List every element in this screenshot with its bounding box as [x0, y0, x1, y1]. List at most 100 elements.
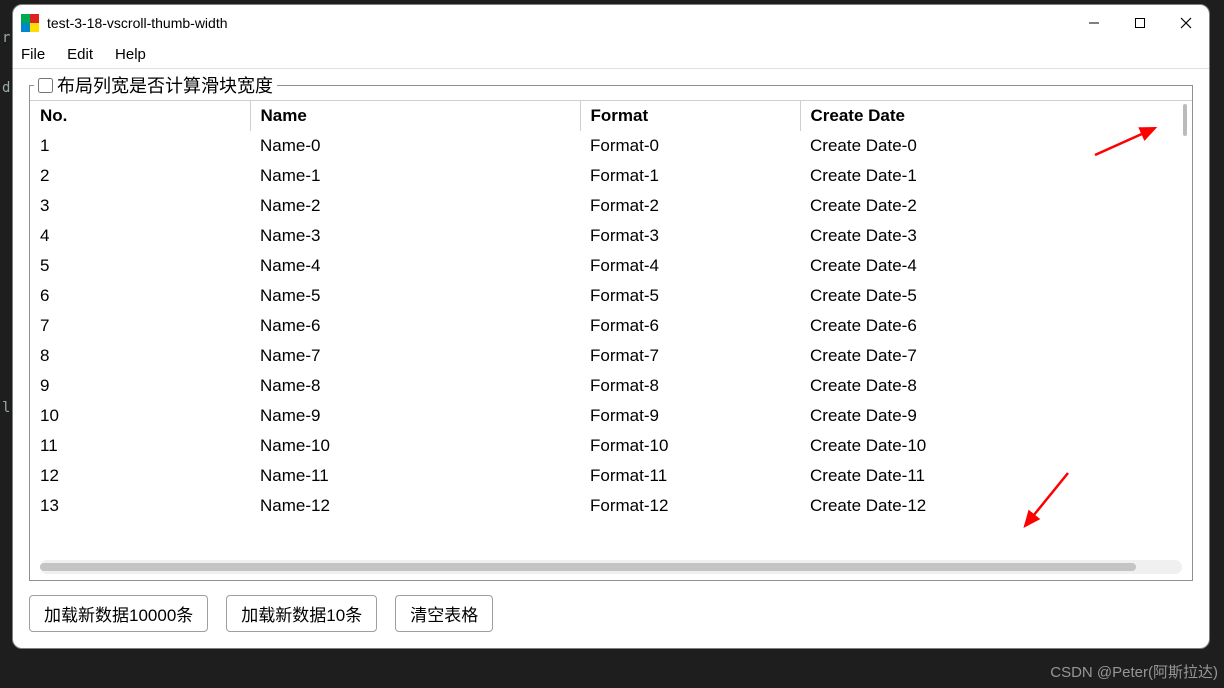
clear-table-button[interactable]: 清空表格: [395, 595, 493, 632]
cell-create: Create Date-2: [800, 191, 1192, 221]
group-box: 布局列宽是否计算滑块宽度 No. Name Format Create Date: [29, 85, 1193, 581]
menu-help[interactable]: Help: [115, 46, 146, 63]
cell-create: Create Date-4: [800, 251, 1192, 281]
cell-format: Format-8: [580, 371, 800, 401]
table-row[interactable]: 12Name-11Format-11Create Date-11: [30, 461, 1192, 491]
cell-name: Name-7: [250, 341, 580, 371]
table-row[interactable]: 9Name-8Format-8Create Date-8: [30, 371, 1192, 401]
col-header-no[interactable]: No.: [30, 101, 250, 131]
minimize-button[interactable]: [1071, 5, 1117, 41]
checkbox-label: 布局列宽是否计算滑块宽度: [57, 72, 273, 98]
app-window: test-3-18-vscroll-thumb-width File Edit …: [12, 4, 1210, 649]
table-row[interactable]: 5Name-4Format-4Create Date-4: [30, 251, 1192, 281]
cell-name: Name-10: [250, 431, 580, 461]
cell-name: Name-12: [250, 491, 580, 521]
cell-name: Name-1: [250, 161, 580, 191]
table-container: No. Name Format Create Date 1Name-0Forma…: [30, 100, 1192, 558]
cell-create: Create Date-1: [800, 161, 1192, 191]
cell-format: Format-12: [580, 491, 800, 521]
buttons-row: 加载新数据10000条 加载新数据10条 清空表格: [29, 595, 1193, 632]
menu-edit[interactable]: Edit: [67, 46, 93, 63]
cell-name: Name-4: [250, 251, 580, 281]
cell-no: 6: [30, 281, 250, 311]
cell-format: Format-5: [580, 281, 800, 311]
cell-create: Create Date-3: [800, 221, 1192, 251]
cell-format: Format-0: [580, 131, 800, 161]
menu-file[interactable]: File: [21, 46, 45, 63]
cell-name: Name-3: [250, 221, 580, 251]
bg-char: r: [2, 30, 10, 46]
cell-name: Name-9: [250, 401, 580, 431]
cell-create: Create Date-12: [800, 491, 1192, 521]
close-button[interactable]: [1163, 5, 1209, 41]
menubar: File Edit Help: [13, 41, 1209, 69]
data-table: No. Name Format Create Date 1Name-0Forma…: [30, 100, 1192, 521]
vertical-scrollbar[interactable]: [1180, 104, 1190, 144]
watermark: CSDN @Peter(阿斯拉达): [1050, 661, 1218, 682]
content-area: 布局列宽是否计算滑块宽度 No. Name Format Create Date: [13, 69, 1209, 648]
cell-no: 3: [30, 191, 250, 221]
table-row[interactable]: 3Name-2Format-2Create Date-2: [30, 191, 1192, 221]
table-row[interactable]: 1Name-0Format-0Create Date-0: [30, 131, 1192, 161]
cell-name: Name-0: [250, 131, 580, 161]
cell-format: Format-10: [580, 431, 800, 461]
cell-name: Name-11: [250, 461, 580, 491]
cell-no: 5: [30, 251, 250, 281]
cell-no: 8: [30, 341, 250, 371]
table-row[interactable]: 11Name-10Format-10Create Date-10: [30, 431, 1192, 461]
cell-no: 13: [30, 491, 250, 521]
table-row[interactable]: 6Name-5Format-5Create Date-5: [30, 281, 1192, 311]
cell-name: Name-6: [250, 311, 580, 341]
cell-create: Create Date-0: [800, 131, 1192, 161]
maximize-button[interactable]: [1117, 5, 1163, 41]
cell-format: Format-7: [580, 341, 800, 371]
cell-create: Create Date-6: [800, 311, 1192, 341]
cell-create: Create Date-11: [800, 461, 1192, 491]
titlebar[interactable]: test-3-18-vscroll-thumb-width: [13, 5, 1209, 41]
col-header-format[interactable]: Format: [580, 101, 800, 131]
group-legend: 布局列宽是否计算滑块宽度: [34, 72, 277, 98]
cell-format: Format-4: [580, 251, 800, 281]
window-title: test-3-18-vscroll-thumb-width: [47, 15, 1205, 31]
cell-no: 9: [30, 371, 250, 401]
cell-no: 1: [30, 131, 250, 161]
table-body: 1Name-0Format-0Create Date-02Name-1Forma…: [30, 131, 1192, 521]
table-row[interactable]: 13Name-12Format-12Create Date-12: [30, 491, 1192, 521]
table-row[interactable]: 7Name-6Format-6Create Date-6: [30, 311, 1192, 341]
cell-create: Create Date-8: [800, 371, 1192, 401]
col-header-name[interactable]: Name: [250, 101, 580, 131]
cell-create: Create Date-10: [800, 431, 1192, 461]
load-10-button[interactable]: 加载新数据10条: [226, 595, 377, 632]
cell-create: Create Date-7: [800, 341, 1192, 371]
horizontal-scrollbar-thumb[interactable]: [40, 563, 1136, 571]
cell-no: 12: [30, 461, 250, 491]
table-row[interactable]: 2Name-1Format-1Create Date-1: [30, 161, 1192, 191]
load-10000-button[interactable]: 加载新数据10000条: [29, 595, 208, 632]
cell-format: Format-6: [580, 311, 800, 341]
cell-format: Format-2: [580, 191, 800, 221]
col-header-create[interactable]: Create Date: [800, 101, 1192, 131]
vertical-scrollbar-thumb[interactable]: [1183, 104, 1187, 136]
cell-format: Format-3: [580, 221, 800, 251]
cell-name: Name-8: [250, 371, 580, 401]
cell-no: 10: [30, 401, 250, 431]
minimize-icon: [1088, 17, 1100, 29]
cell-name: Name-2: [250, 191, 580, 221]
close-icon: [1180, 17, 1192, 29]
window-controls: [1071, 5, 1209, 41]
table-header-row: No. Name Format Create Date: [30, 101, 1192, 131]
layout-width-checkbox[interactable]: [38, 78, 53, 93]
cell-format: Format-11: [580, 461, 800, 491]
bg-char: d: [2, 80, 10, 96]
cell-name: Name-5: [250, 281, 580, 311]
table-row[interactable]: 8Name-7Format-7Create Date-7: [30, 341, 1192, 371]
app-icon: [21, 14, 39, 32]
horizontal-scrollbar[interactable]: [40, 560, 1182, 574]
cell-format: Format-9: [580, 401, 800, 431]
cell-no: 7: [30, 311, 250, 341]
cell-format: Format-1: [580, 161, 800, 191]
table-row[interactable]: 10Name-9Format-9Create Date-9: [30, 401, 1192, 431]
table-row[interactable]: 4Name-3Format-3Create Date-3: [30, 221, 1192, 251]
maximize-icon: [1134, 17, 1146, 29]
cell-no: 11: [30, 431, 250, 461]
